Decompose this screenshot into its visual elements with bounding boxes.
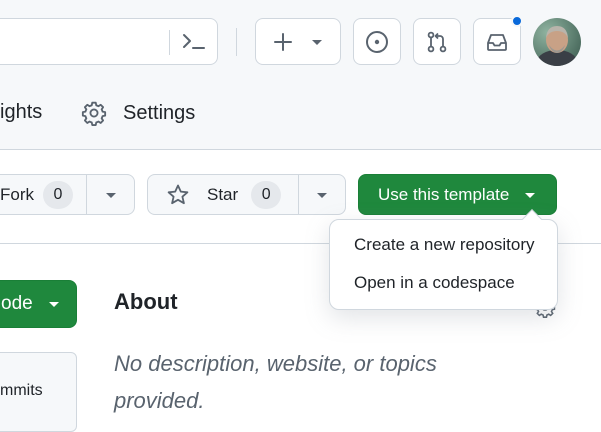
search-divider (169, 30, 170, 55)
about-title: About (114, 289, 178, 314)
fork-dropdown-button[interactable] (86, 174, 135, 215)
create-new-button[interactable] (255, 18, 341, 65)
pull-requests-button[interactable] (413, 18, 461, 65)
inbox-icon (487, 33, 507, 51)
issue-opened-icon (366, 30, 388, 53)
caret-down-icon (525, 192, 536, 198)
star-icon (167, 184, 189, 204)
command-palette-icon[interactable] (180, 30, 208, 54)
code-button[interactable]: ode (0, 280, 77, 328)
about-description: No description, website, or topics provi… (114, 351, 437, 413)
use-template-button[interactable]: Use this template (358, 174, 557, 215)
caret-down-icon (317, 192, 327, 198)
tab-insights[interactable]: ights (0, 101, 42, 123)
tab-settings[interactable]: Settings (81, 98, 195, 128)
header-separator (236, 28, 237, 56)
star-count-badge: 0 (251, 180, 282, 209)
use-template-label: Use this template (378, 184, 510, 204)
caret-down-icon (48, 302, 59, 307)
menu-item-open-codespace[interactable]: Open in a codespace (354, 273, 515, 293)
avatar[interactable] (533, 18, 581, 66)
issues-button[interactable] (353, 18, 401, 65)
use-template-menu: Create a new repository Open in a codesp… (329, 219, 558, 310)
git-pull-request-icon (427, 31, 447, 52)
tab-settings-label: Settings (123, 101, 196, 124)
fork-count-badge: 0 (43, 180, 73, 209)
notification-indicator (511, 15, 523, 27)
fork-button[interactable]: Fork 0 (0, 174, 87, 215)
star-dropdown-button[interactable] (298, 174, 346, 215)
commits-link[interactable]: mmits (0, 352, 77, 432)
caret-down-icon (312, 39, 322, 45)
gear-icon (81, 101, 107, 126)
commits-label: mmits (0, 382, 43, 399)
fork-label: Fork (0, 184, 34, 204)
plus-icon (274, 32, 292, 51)
menu-item-create-repository[interactable]: Create a new repository (354, 235, 534, 255)
star-label: Star (207, 184, 239, 204)
caret-down-icon (105, 192, 116, 198)
code-label: ode (1, 293, 33, 314)
star-button[interactable]: Star 0 (147, 174, 299, 215)
